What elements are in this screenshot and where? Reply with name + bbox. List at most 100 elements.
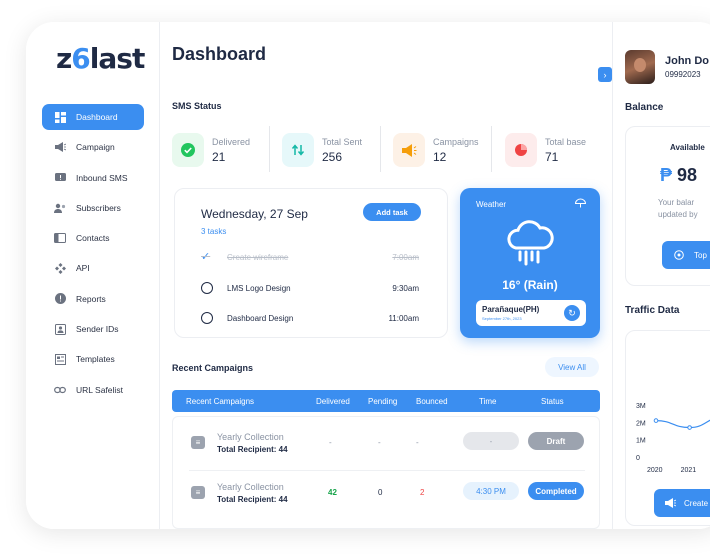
api-icon: [54, 262, 66, 274]
collapse-panel-button[interactable]: ›: [598, 67, 612, 82]
message-icon: ≡: [191, 436, 205, 449]
sidebar-item-url-safelist[interactable]: URL Safelist: [42, 377, 144, 403]
sidebar-item-subscribers[interactable]: Subscribers: [42, 195, 144, 221]
status-badge[interactable]: Draft: [528, 432, 584, 450]
task-item[interactable]: Dashboard Design 11:00am: [201, 312, 419, 324]
sms-status-title: SMS Status: [172, 101, 222, 111]
task-time: 9:30am: [392, 283, 419, 293]
checkbox-circle[interactable]: [201, 312, 213, 324]
balance-note-line: Your balar: [658, 198, 695, 207]
task-item[interactable]: LMS Logo Design 9:30am: [201, 282, 419, 294]
view-all-button[interactable]: View All: [545, 357, 599, 377]
tasks-date: Wednesday, 27 Sep: [201, 207, 308, 221]
table-header: Recent Campaigns Delivered Pending Bounc…: [172, 390, 600, 412]
sidebar-item-label: Inbound SMS: [76, 172, 128, 183]
balance-card: Available ₱ 98 Your balar updated by Top: [625, 126, 710, 286]
bounced-cell: -: [416, 438, 419, 447]
topup-button[interactable]: Top: [662, 241, 710, 269]
stat-campaigns: Campaigns 12: [393, 128, 479, 172]
data-point: [653, 418, 659, 423]
task-name: Create wireframe: [227, 252, 289, 262]
balance-value: 98: [677, 165, 698, 185]
sidebar-item-inbound-sms[interactable]: Inbound SMS: [42, 165, 144, 191]
campaign-name: Yearly Collection: [217, 482, 284, 492]
time-pill: 4:30 PM: [463, 482, 519, 500]
series-line: [655, 419, 710, 429]
traffic-chart: 3M2M1M0202020212: [636, 403, 710, 474]
task-item[interactable]: ✓ Create wireframe 7:00am: [201, 251, 419, 263]
divider: [380, 126, 381, 172]
rain-cloud-icon: [504, 218, 554, 268]
right-panel: John Do 09992023 Balance Available ₱ 98 …: [612, 22, 710, 529]
sidebar-item-label: Dashboard: [76, 112, 118, 122]
app-frame: z6last Dashboard Campaign Inbound SMS Su…: [26, 22, 710, 529]
sidebar-item-label: Reports: [76, 293, 106, 304]
column-header: Status: [541, 397, 564, 406]
weather-temperature: 16° (Rain): [502, 278, 558, 292]
available-label: Available: [670, 143, 705, 152]
checkbox-circle[interactable]: [201, 282, 213, 294]
megaphone-icon: [54, 142, 66, 153]
sidebar-item-label: Contacts: [76, 233, 110, 244]
sidebar: z6last Dashboard Campaign Inbound SMS Su…: [26, 22, 160, 529]
stat-value: 12: [433, 149, 447, 164]
sidebar-item-label: Templates: [76, 354, 115, 365]
sidebar-item-sender-ids[interactable]: Sender IDs: [42, 316, 144, 342]
stat-label: Total Sent: [322, 136, 363, 147]
stat-label: Campaigns: [433, 136, 479, 147]
sidebar-item-templates[interactable]: Templates: [42, 346, 144, 372]
column-header: Recent Campaigns: [186, 397, 255, 406]
pending-cell: 0: [378, 488, 383, 497]
stat-value: 71: [545, 149, 559, 164]
column-header: Bounced: [416, 397, 448, 406]
main-content: Dashboard SMS Status Delivered 21 Total S…: [160, 22, 612, 529]
weather-label: Weather: [476, 200, 507, 209]
status-badge[interactable]: Completed: [528, 482, 584, 500]
table-row[interactable]: ≡ Yearly Collection Total Recipient: 44 …: [173, 469, 601, 519]
checkmark-icon[interactable]: ✓: [201, 251, 213, 263]
avatar[interactable]: [625, 50, 655, 84]
link-icon: [54, 385, 66, 395]
sidebar-item-campaign[interactable]: Campaign: [42, 134, 144, 160]
traffic-card: 3M2M1M0202020212 Create: [625, 330, 710, 526]
logo: z6last: [56, 42, 145, 75]
add-task-button[interactable]: Add task: [363, 203, 421, 221]
stat-total-base: Total base 71: [505, 128, 586, 172]
pending-cell: -: [378, 438, 381, 447]
location-date: September 27th, 2023: [482, 316, 522, 321]
y-tick-label: 1M: [636, 438, 646, 445]
balance-note: Your balar updated by: [658, 197, 698, 221]
refresh-icon[interactable]: ↻: [564, 305, 580, 321]
table-row[interactable]: ≡ Yearly Collection Total Recipient: 44 …: [173, 419, 601, 469]
sender-id-icon: [54, 323, 66, 335]
data-point: [687, 425, 692, 430]
plus-circle-icon: [674, 250, 684, 260]
sidebar-item-api[interactable]: API: [42, 255, 144, 281]
sidebar-item-label: API: [76, 263, 90, 274]
user-name: John Do: [665, 55, 709, 67]
create-campaign-button[interactable]: Create: [654, 489, 710, 517]
campaign-recipients: Total Recipient: 44: [217, 495, 288, 504]
task-name: LMS Logo Design: [227, 283, 291, 293]
x-tick-label: 2020: [647, 467, 663, 474]
sidebar-item-contacts[interactable]: Contacts: [42, 225, 144, 251]
create-label: Create: [684, 498, 709, 508]
column-header: Pending: [368, 397, 398, 406]
tasks-count: 3 tasks: [201, 227, 227, 236]
stat-total-sent: Total Sent 256: [282, 128, 362, 172]
user-phone: 09992023: [665, 70, 701, 79]
campaign-table: ≡ Yearly Collection Total Recipient: 44 …: [172, 416, 600, 529]
sidebar-item-reports[interactable]: Reports: [42, 286, 144, 312]
column-header: Time: [479, 397, 497, 406]
sidebar-item-dashboard[interactable]: Dashboard: [42, 104, 144, 130]
location-city: Parañaque(PH): [482, 305, 540, 314]
page-title: Dashboard: [172, 44, 267, 64]
sidebar-item-label: Sender IDs: [76, 324, 119, 335]
bounced-cell: 2: [420, 488, 425, 497]
traffic-title: Traffic Data: [625, 305, 680, 316]
inbound-message-icon: [54, 172, 66, 183]
message-icon: ≡: [191, 486, 205, 499]
recent-campaigns-title: Recent Campaigns: [172, 363, 254, 373]
sidebar-item-label: Subscribers: [76, 202, 121, 213]
check-circle-icon: [172, 133, 204, 167]
